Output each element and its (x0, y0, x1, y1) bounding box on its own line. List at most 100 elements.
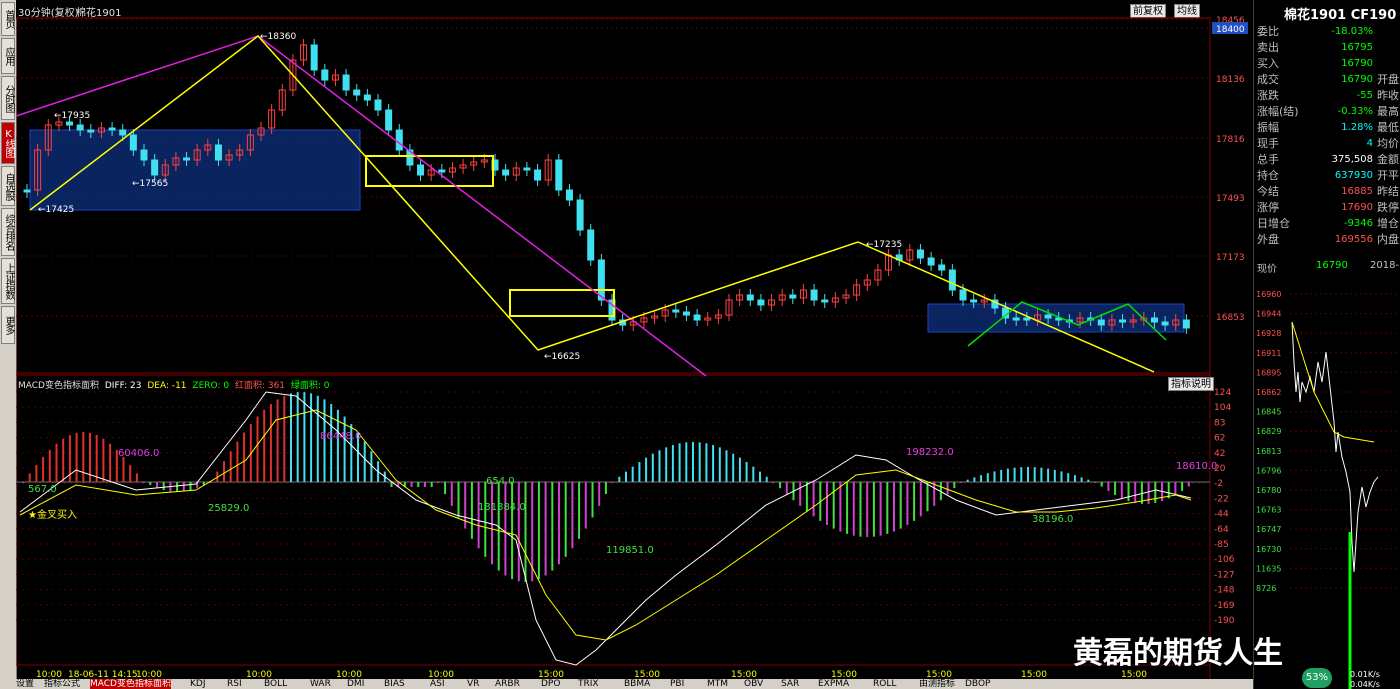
indicator-tab[interactable]: BBMA (624, 679, 650, 689)
macd-bar (564, 482, 567, 557)
sidebar-item-watchlist[interactable]: 自选股 (1, 166, 15, 206)
mini-avg-line (1291, 321, 1375, 443)
macd-bar (859, 482, 862, 537)
macd-tick-label: -64 (1214, 525, 1229, 535)
macd-bar (799, 482, 802, 506)
macd-tick-label: -190 (1214, 616, 1235, 626)
mini-tick-label: 16763 (1256, 506, 1281, 515)
indicator-tab[interactable]: MTM (707, 679, 728, 689)
quote-row-label: 今结 (1257, 185, 1279, 198)
macd-gridlines (16, 391, 1210, 621)
macd-bar (879, 482, 882, 536)
candle-body (565, 189, 573, 201)
quote-row: 买入 16790 (1254, 56, 1400, 72)
macd-bar (296, 392, 299, 482)
time-tick-label: 18-06-11 14:15 (68, 670, 138, 679)
indicator-tab[interactable]: ROLL (873, 679, 896, 689)
macd-bar (1181, 482, 1184, 491)
macd-bar (1047, 468, 1050, 482)
price-annotation-high: ←18360 (260, 32, 296, 42)
indicator-tab[interactable]: ARBR (495, 679, 520, 689)
macd-bar (625, 471, 627, 482)
indicator-tab[interactable]: BOLL (264, 679, 287, 689)
indicator-tab[interactable]: MACD变色指标面积 (90, 679, 171, 689)
mini-tick-label: 16829 (1256, 427, 1281, 436)
sidebar-item-home[interactable]: 首页 (1, 2, 15, 36)
macd-bar (129, 464, 132, 482)
quote-row: 总手 375,508 金额 (1254, 152, 1400, 168)
indicator-tab[interactable]: KDJ (190, 679, 206, 689)
candle-body (76, 124, 84, 131)
macd-bar (135, 473, 138, 482)
macd-bar (872, 482, 875, 537)
time-tick-label: 15:00 (831, 670, 857, 679)
indicator-tab[interactable]: OBV (744, 679, 763, 689)
macd-bar (1000, 469, 1003, 482)
sidebar-item-ranking[interactable]: 综合排名 (1, 208, 15, 256)
indicator-tab[interactable]: TRIX (578, 679, 599, 689)
macd-title[interactable]: MACD变色指标面积 (18, 381, 99, 391)
indicator-tab[interactable]: 设置 (16, 679, 34, 689)
indicator-tab[interactable]: 指标公式 (44, 679, 80, 689)
indicator-explain-button[interactable]: 指标说明 (1168, 377, 1214, 391)
macd-tick-label: -127 (1214, 570, 1234, 580)
indicator-tab[interactable]: PBI (670, 679, 684, 689)
indicator-tab[interactable]: 由测指标 (919, 679, 955, 689)
quote-row-label: 买入 (1257, 57, 1279, 70)
indicator-tab[interactable]: SAR (781, 679, 799, 689)
sidebar-item-kline[interactable]: K线图 (1, 122, 15, 164)
candle-body (555, 159, 563, 191)
indicator-tab[interactable]: BIAS (384, 679, 405, 689)
mini-tick-label: 16747 (1256, 525, 1281, 534)
macd-bar (785, 482, 788, 495)
chart-canvas[interactable]: 18456184001813617816174931717316853 ←183… (16, 0, 1253, 679)
sidebar-item-more[interactable]: 更多 (1, 306, 15, 344)
candle-body (87, 129, 95, 133)
price-annotation-l5: ←17235 (866, 240, 902, 250)
sidebar-item-apps[interactable]: 应用 (1, 38, 15, 74)
price-tick-label: 17816 (1216, 135, 1245, 145)
time-tick-label: 15:00 (634, 670, 660, 679)
macd-bar (182, 482, 185, 492)
macd-bar (732, 453, 735, 482)
indicator-tab[interactable]: WAR (310, 679, 331, 689)
indicator-tab[interactable]: DBOP (965, 679, 990, 689)
quote-row-value: 16885 (1341, 186, 1373, 197)
speed-down: 0.04K/s (1350, 680, 1380, 689)
indicator-tab[interactable]: EXPMA (818, 679, 849, 689)
indicator-tab[interactable]: DMI (347, 679, 364, 689)
candle-body (916, 249, 924, 259)
macd-tick-label: 62 (1214, 434, 1225, 444)
macd-bar (1147, 482, 1150, 504)
macd-tick-label: -106 (1214, 555, 1235, 565)
macd-bar (276, 399, 279, 482)
candle-body (587, 229, 595, 261)
sidebar-item-timeshare[interactable]: 分时图 (1, 76, 15, 120)
macd-bar (651, 453, 654, 482)
quote-row-right-label: 增仓 (1377, 217, 1399, 230)
candle-body (1044, 314, 1052, 319)
macd-bar (919, 482, 922, 517)
macd-bar (812, 482, 815, 517)
quote-row-label: 卖出 (1257, 41, 1279, 54)
macd-bar (1053, 469, 1056, 482)
macd-tick-label: -85 (1214, 540, 1229, 550)
price-axis: 18456184001813617816174931717316853 (1212, 16, 1248, 323)
indicator-tab[interactable]: DPO (541, 679, 560, 689)
sidebar-item-index[interactable]: 上证指数 (1, 258, 15, 304)
quote-row-right-label: 金额 (1377, 153, 1399, 166)
indicator-tab[interactable]: VR (467, 679, 479, 689)
indicator-tab[interactable]: RSI (227, 679, 242, 689)
macd-bar (450, 482, 453, 506)
macd-bar (229, 451, 232, 482)
macd-area-label: 18610.0 (1176, 461, 1217, 472)
macd-bar (805, 482, 808, 512)
candle-body (927, 257, 935, 266)
candle-body (151, 159, 159, 176)
macd-bar (256, 416, 259, 482)
macd-tick-label: -169 (1214, 601, 1235, 611)
macd-bar (162, 482, 165, 491)
quote-row-value: 16790 (1341, 58, 1373, 69)
macd-bar (933, 482, 936, 506)
indicator-tab[interactable]: ASI (430, 679, 445, 689)
